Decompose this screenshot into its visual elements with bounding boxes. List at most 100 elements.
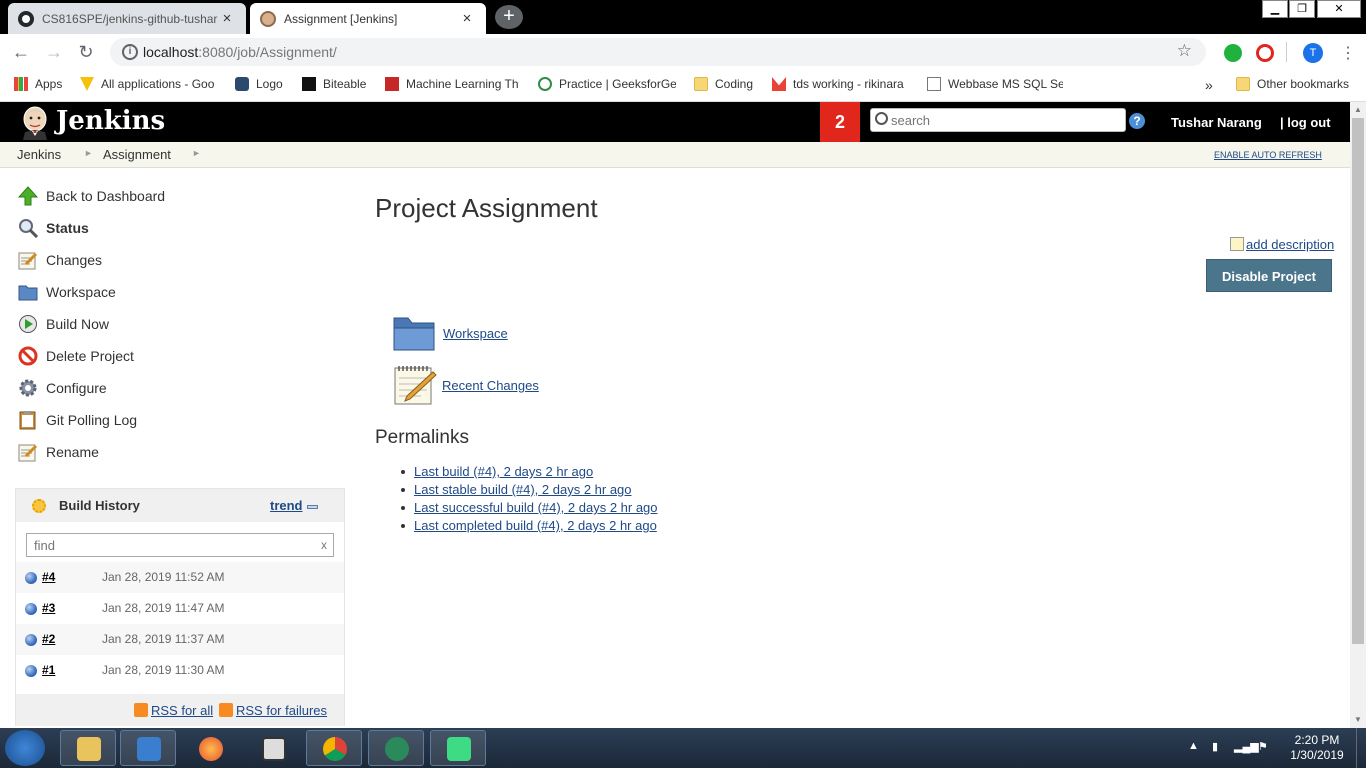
scrollbar-thumb[interactable] xyxy=(1352,118,1364,644)
notification-badge[interactable]: 2 xyxy=(820,102,860,142)
system-clock[interactable]: 2:20 PM 1/30/2019 xyxy=(1286,733,1348,763)
scroll-down-icon[interactable]: ▼ xyxy=(1350,712,1366,728)
help-icon[interactable]: ? xyxy=(1129,113,1145,129)
breadcrumb-assignment[interactable]: Assignment xyxy=(103,147,171,162)
underground-extension-icon[interactable] xyxy=(1256,44,1274,62)
search-input[interactable] xyxy=(870,108,1126,132)
bookmark-apps[interactable]: Apps xyxy=(14,77,74,91)
taskbar-android-studio[interactable] xyxy=(430,730,486,766)
info-icon[interactable]: i xyxy=(122,44,138,60)
task-git-polling-log[interactable]: Git Polling Log xyxy=(18,408,137,432)
bookmark-biteable[interactable]: Biteable xyxy=(302,77,374,91)
task-changes[interactable]: Changes xyxy=(18,248,102,272)
new-tab-button[interactable]: + xyxy=(495,5,523,29)
notepad-icon[interactable] xyxy=(393,364,437,406)
bookmark-machine-learning[interactable]: Machine Learning Th xyxy=(385,77,523,91)
find-input[interactable] xyxy=(26,533,334,557)
geeksforgeeks-icon xyxy=(538,77,552,91)
build-date[interactable]: Jan 28, 2019 11:47 AM xyxy=(102,601,225,615)
bookmark-webbase-sql[interactable]: Webbase MS SQL Se xyxy=(927,77,1063,91)
jenkins-brand[interactable]: Jenkins xyxy=(56,106,165,136)
collapse-icon[interactable] xyxy=(307,505,318,509)
clear-find-icon[interactable]: x xyxy=(321,538,327,552)
permalink-last-stable-build[interactable]: Last stable build (#4), 2 days 2 hr ago xyxy=(414,482,632,497)
start-button[interactable] xyxy=(5,730,45,766)
recent-changes-link[interactable]: Recent Changes xyxy=(442,378,539,393)
permalink-last-completed-build[interactable]: Last completed build (#4), 2 days 2 hr a… xyxy=(414,518,657,533)
task-back-to-dashboard[interactable]: Back to Dashboard xyxy=(17,184,166,208)
build-number-link[interactable]: #1 xyxy=(42,663,55,677)
breadcrumb-chevron-icon[interactable]: ► xyxy=(192,148,201,158)
rss-icon xyxy=(219,703,233,717)
menu-icon[interactable]: ⋮ xyxy=(1340,43,1356,63)
enable-auto-refresh-link[interactable]: ENABLE AUTO REFRESH xyxy=(1214,150,1322,160)
tab-title: Assignment [Jenkins] xyxy=(284,11,398,26)
rss-failures-link[interactable]: RSS for failures xyxy=(219,703,327,718)
show-desktop-button[interactable] xyxy=(1356,728,1366,768)
close-tab-icon[interactable]: × xyxy=(458,10,476,27)
back-icon[interactable]: ← xyxy=(10,41,32,63)
build-date[interactable]: Jan 28, 2019 11:30 AM xyxy=(102,663,225,677)
browser-tab-jenkins[interactable]: Assignment [Jenkins] × xyxy=(250,3,486,34)
taskbar-explorer[interactable] xyxy=(60,730,116,766)
reload-icon[interactable]: ↻ xyxy=(75,41,97,63)
restore-button[interactable]: ❐ xyxy=(1289,0,1315,18)
bookmark-all-applications[interactable]: All applications - Goo xyxy=(80,77,218,91)
flag-icon[interactable]: ⚑ xyxy=(1258,740,1268,753)
scroll-up-icon[interactable]: ▲ xyxy=(1350,102,1366,118)
bookmark-geeksforgeeks[interactable]: Practice | GeeksforGe xyxy=(538,77,676,91)
taskbar-chrome[interactable] xyxy=(306,730,362,766)
trend-link[interactable]: trend xyxy=(270,498,303,513)
address-bar[interactable]: i localhost:8080/job/Assignment/ ☆ xyxy=(110,38,1206,66)
close-tab-icon[interactable]: × xyxy=(218,10,236,27)
task-status[interactable]: Status xyxy=(18,216,89,240)
taskbar-firefox[interactable] xyxy=(182,730,238,766)
task-rename[interactable]: Rename xyxy=(18,440,99,464)
taskbar-eye-app[interactable] xyxy=(245,730,301,766)
breadcrumb-jenkins[interactable]: Jenkins xyxy=(17,147,61,162)
build-date[interactable]: Jan 28, 2019 11:37 AM xyxy=(102,632,225,646)
show-hidden-icons[interactable]: ▲ xyxy=(1188,740,1199,752)
bullet xyxy=(401,488,405,492)
rss-all-link[interactable]: RSS for all xyxy=(134,703,213,718)
bookmark-tds-working[interactable]: tds working - rikinara xyxy=(772,77,912,91)
other-bookmarks[interactable]: Other bookmarks xyxy=(1236,77,1356,91)
folder-icon[interactable] xyxy=(393,315,435,351)
user-link[interactable]: Tushar Narang xyxy=(1171,115,1262,130)
github-icon xyxy=(18,10,34,27)
build-number-link[interactable]: #3 xyxy=(42,601,55,615)
media-player-icon xyxy=(137,737,161,761)
task-workspace[interactable]: Workspace xyxy=(18,280,116,304)
taskbar-media-player[interactable] xyxy=(120,730,176,766)
task-configure[interactable]: Configure xyxy=(18,376,107,400)
browser-tab-github[interactable]: CS816SPE/jenkins-github-tushar × xyxy=(8,3,246,34)
task-build-now[interactable]: Build Now xyxy=(18,312,109,336)
logout-link[interactable]: | log out xyxy=(1280,115,1331,130)
permalink-last-build[interactable]: Last build (#4), 2 days 2 hr ago xyxy=(414,464,593,479)
bookmark-logo[interactable]: Logo xyxy=(235,77,295,91)
task-label: Back to Dashboard xyxy=(46,188,166,204)
permalink-last-successful-build[interactable]: Last successful build (#4), 2 days 2 hr … xyxy=(414,500,658,515)
search-icon xyxy=(875,112,888,125)
build-date[interactable]: Jan 28, 2019 11:52 AM xyxy=(102,570,225,584)
forward-icon[interactable]: → xyxy=(43,41,65,63)
task-delete-project[interactable]: Delete Project xyxy=(18,344,134,368)
battery-icon[interactable]: ▮ xyxy=(1212,740,1218,753)
network-icon[interactable]: ▂▄▆ xyxy=(1234,740,1259,753)
bookmark-star-icon[interactable]: ☆ xyxy=(1177,41,1192,61)
taskbar-atom[interactable] xyxy=(368,730,424,766)
bookmark-coding[interactable]: Coding xyxy=(694,77,758,91)
minimize-button[interactable]: ▁ xyxy=(1262,0,1288,18)
bookmarks-overflow[interactable]: » xyxy=(1205,77,1213,93)
breadcrumb-chevron-icon[interactable]: ► xyxy=(84,148,93,158)
profile-avatar[interactable]: T xyxy=(1303,43,1323,63)
close-window-button[interactable]: ✕ xyxy=(1317,0,1361,18)
disable-project-button[interactable]: Disable Project xyxy=(1206,259,1332,292)
workspace-link[interactable]: Workspace xyxy=(443,326,508,341)
add-description-link[interactable]: add description xyxy=(1230,237,1334,252)
jenkins-butler-icon[interactable] xyxy=(19,106,51,140)
build-number-link[interactable]: #2 xyxy=(42,632,55,646)
blue-ball-icon xyxy=(25,665,37,677)
build-number-link[interactable]: #4 xyxy=(42,570,55,584)
check-extension-icon[interactable] xyxy=(1224,44,1242,62)
